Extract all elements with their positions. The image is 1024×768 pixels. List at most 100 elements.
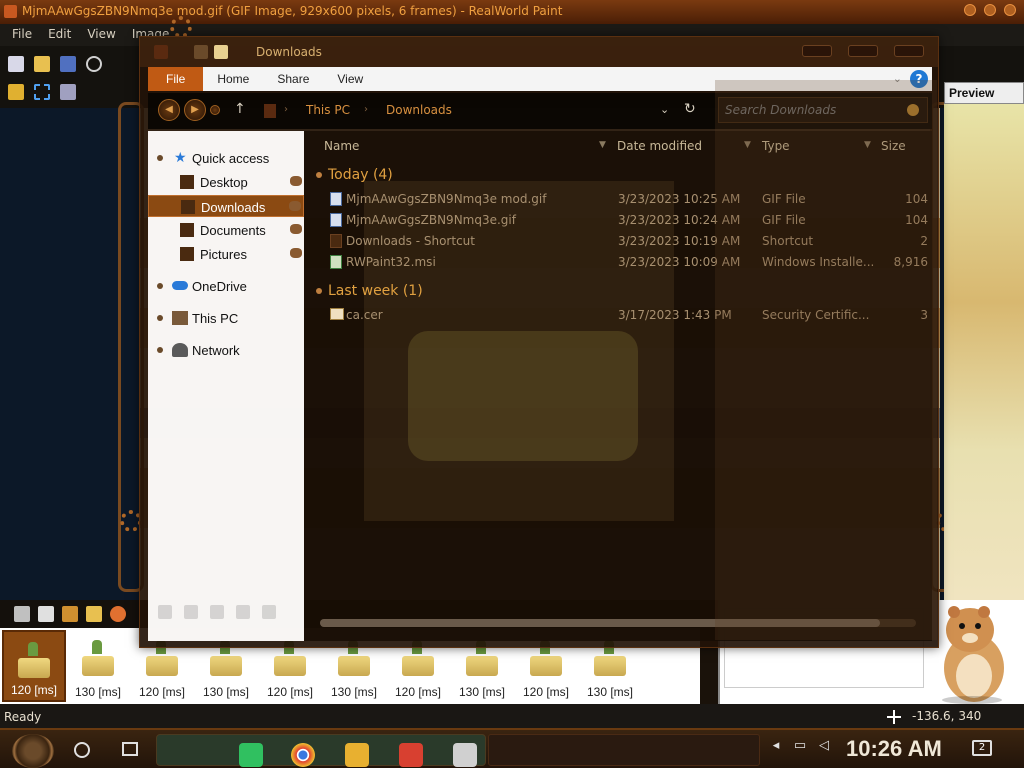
collapse-icon[interactable] — [316, 288, 322, 294]
up-arrow-icon[interactable]: ↑ — [234, 101, 246, 117]
file-row[interactable]: Downloads - Shortcut 3/23/2023 10:19 AM … — [304, 231, 932, 251]
file-explorer-app-icon[interactable] — [345, 743, 369, 767]
preview-tab[interactable]: Preview — [944, 82, 1024, 104]
search-icon[interactable] — [907, 104, 919, 116]
maximize-icon[interactable] — [984, 4, 996, 16]
breadcrumb-this-pc[interactable]: This PC — [306, 103, 350, 117]
expand-icon[interactable] — [157, 155, 163, 161]
back-button[interactable]: ◀ — [158, 99, 180, 121]
refresh-icon[interactable]: ↻ — [684, 101, 696, 117]
select-icon[interactable] — [34, 84, 50, 100]
notepad-app-icon[interactable] — [239, 743, 263, 767]
save-icon[interactable] — [60, 56, 76, 72]
nav-onedrive[interactable]: OneDrive — [148, 275, 304, 297]
expand-ribbon-icon[interactable]: ⌄ — [893, 72, 902, 85]
column-date[interactable]: Date modified — [617, 139, 702, 153]
file-row[interactable]: MjmAAwGgsZBN9Nmq3e.gif 3/23/2023 10:24 A… — [304, 210, 932, 230]
expand-icon[interactable] — [157, 315, 163, 321]
group-header-today[interactable]: Today (4) — [316, 167, 393, 183]
nav-pictures[interactable]: Pictures — [148, 243, 304, 265]
volume-muted-icon[interactable]: ◁ — [816, 738, 832, 754]
task-view-icon[interactable] — [122, 742, 138, 756]
document-icon[interactable] — [38, 606, 54, 622]
notifications-icon[interactable]: 2 — [972, 740, 992, 756]
minimize-icon[interactable] — [964, 4, 976, 16]
new-icon[interactable] — [8, 56, 24, 72]
scissors-icon[interactable] — [60, 84, 76, 100]
new-folder-icon[interactable] — [214, 45, 228, 59]
breadcrumb-downloads[interactable]: Downloads — [386, 103, 452, 117]
folder-icon[interactable] — [86, 606, 102, 622]
file-list: Name ▼ Date modified ▼ Type ▼ Size Today… — [304, 131, 932, 641]
file-date: 3/17/2023 1:43 PM — [618, 308, 732, 322]
documents-folder-icon — [180, 223, 194, 237]
expand-icon[interactable] — [157, 283, 163, 289]
tab-share[interactable]: Share — [263, 67, 323, 91]
animation-frame[interactable]: 130 [ms] — [66, 630, 130, 702]
start-button[interactable] — [12, 734, 54, 768]
help-button[interactable]: ? — [910, 70, 928, 88]
chrome-app-icon[interactable] — [291, 743, 315, 767]
frame-delay-label: 130 [ms] — [330, 685, 378, 699]
collapse-icon[interactable] — [316, 172, 322, 178]
menu-file[interactable]: File — [6, 27, 38, 43]
search-input[interactable] — [725, 102, 895, 118]
expand-icon[interactable] — [157, 347, 163, 353]
column-name[interactable]: Name — [324, 139, 359, 153]
group-header-last-week[interactable]: Last week (1) — [316, 283, 423, 299]
horizontal-scrollbar[interactable] — [320, 619, 916, 627]
gif-file-icon — [330, 213, 342, 227]
nav-desktop[interactable]: Desktop — [148, 171, 304, 193]
recent-locations-icon[interactable] — [210, 105, 220, 115]
frame-delay-label: 120 [ms] — [522, 685, 570, 699]
nav-quick-access[interactable]: ★ Quick access — [148, 147, 304, 169]
nav-documents[interactable]: Documents — [148, 219, 304, 241]
menu-edit[interactable]: Edit — [42, 27, 77, 43]
forward-button[interactable]: ▶ — [184, 99, 206, 121]
nav-network[interactable]: Network — [148, 339, 304, 361]
tab-home[interactable]: Home — [203, 67, 263, 91]
network-icon[interactable]: ▭ — [792, 738, 808, 754]
open-icon[interactable] — [34, 56, 50, 72]
file-size: 104 — [905, 192, 928, 206]
menu-view[interactable]: View — [81, 27, 121, 43]
address-dropdown-icon[interactable]: ⌄ — [660, 103, 669, 116]
file-row[interactable]: ca.cer 3/17/2023 1:43 PM Security Certif… — [304, 305, 932, 325]
file-row[interactable]: MjmAAwGgsZBN9Nmq3e mod.gif 3/23/2023 10:… — [304, 189, 932, 209]
maximize-button[interactable] — [848, 45, 878, 57]
address-bar[interactable]: › This PC › Downloads — [260, 97, 700, 125]
file-name: RWPaint32.msi — [346, 255, 436, 269]
pin-icon[interactable] — [289, 201, 301, 211]
scrollbar-thumb[interactable] — [320, 619, 880, 627]
column-type[interactable]: Type — [762, 139, 790, 153]
column-dropdown-icon[interactable]: ▼ — [599, 140, 606, 150]
column-dropdown-icon[interactable]: ▼ — [744, 140, 751, 150]
arrow-icon — [210, 605, 224, 619]
file-row[interactable]: RWPaint32.msi 3/23/2023 10:09 AM Windows… — [304, 252, 932, 272]
taskbar-search[interactable] — [488, 734, 760, 766]
tab-view[interactable]: View — [323, 67, 377, 91]
pin-icon[interactable] — [290, 176, 302, 186]
cat-app-icon[interactable] — [453, 743, 477, 767]
nav-downloads[interactable]: Downloads — [148, 195, 304, 217]
cortana-icon[interactable] — [74, 742, 90, 758]
minimize-button[interactable] — [802, 45, 832, 57]
animation-frame[interactable]: 120 [ms] — [2, 630, 66, 702]
broom-icon[interactable] — [62, 606, 78, 622]
tab-file[interactable]: File — [148, 67, 204, 91]
column-dropdown-icon[interactable]: ▼ — [864, 140, 871, 150]
tray-chevron-icon[interactable]: ◂ — [768, 738, 784, 754]
properties-icon[interactable] — [194, 45, 208, 59]
column-size[interactable]: Size — [881, 139, 906, 153]
pin-icon[interactable] — [290, 224, 302, 234]
realworld-paint-app-icon[interactable] — [399, 743, 423, 767]
brush-icon[interactable] — [14, 606, 30, 622]
frame-options-icon[interactable] — [110, 606, 126, 622]
close-icon[interactable] — [1004, 4, 1016, 16]
magic-wand-icon[interactable] — [8, 84, 24, 100]
undo-icon[interactable] — [86, 56, 102, 72]
nav-this-pc[interactable]: This PC — [148, 307, 304, 329]
close-button[interactable] — [894, 45, 924, 57]
pin-icon[interactable] — [290, 248, 302, 258]
taskbar-clock[interactable]: 10:26 AM — [846, 736, 942, 762]
